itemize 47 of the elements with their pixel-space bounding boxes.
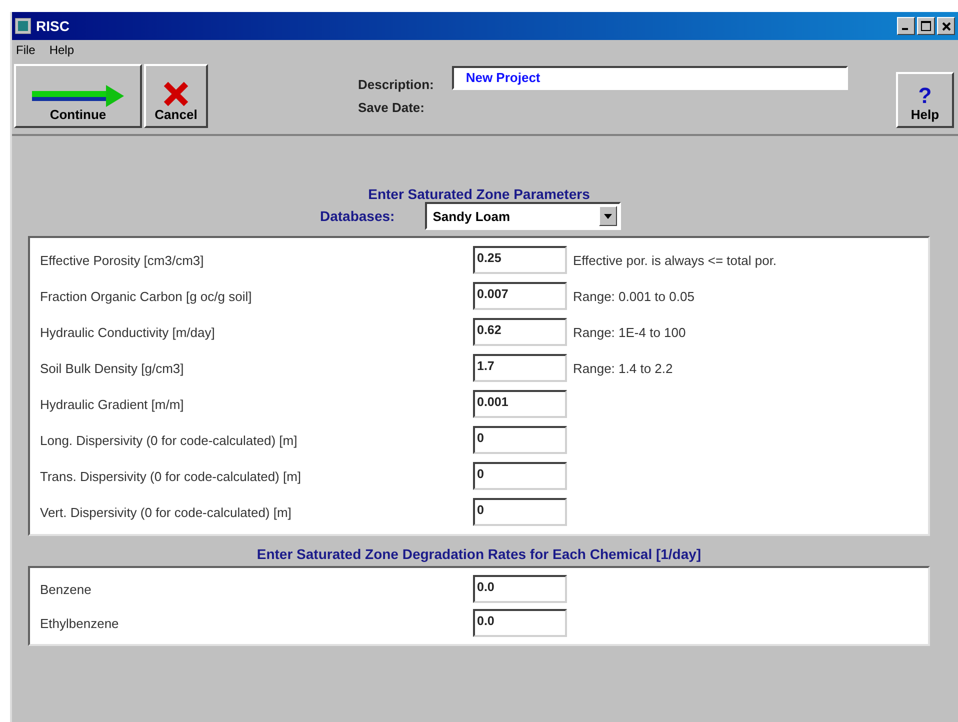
caret-icon bbox=[604, 214, 612, 218]
parameter-note: Range: 0.001 to 0.05 bbox=[573, 288, 694, 304]
parameter-label: Long. Dispersivity (0 for code-calculated) [m] bbox=[39, 432, 298, 448]
save-date-label: Save Date: bbox=[358, 100, 426, 115]
menu-item[interactable]: Help bbox=[49, 43, 74, 57]
parameter-input[interactable]: 1.7 bbox=[473, 354, 567, 382]
help-button[interactable]: ? Help bbox=[896, 72, 954, 128]
chemical-label: Benzene bbox=[39, 582, 92, 596]
parameter-input[interactable]: 0.007 bbox=[473, 282, 567, 310]
parameter-input[interactable]: 0 bbox=[473, 426, 567, 454]
close-icon bbox=[942, 22, 950, 30]
section-heading: Enter Saturated Zone Parameters bbox=[368, 186, 590, 202]
chemical-label: Ethylbenzene bbox=[39, 616, 120, 630]
dropdown-button[interactable] bbox=[598, 206, 617, 226]
description-field[interactable]: New Project bbox=[452, 66, 848, 90]
parameter-note: Effective por. is always <= total por. bbox=[573, 252, 777, 268]
window-title: RISC bbox=[36, 18, 70, 34]
parameter-label: Trans. Dispersivity (0 for code-calculated) [m] bbox=[39, 468, 302, 484]
parameter-label: Hydraulic Gradient [m/m] bbox=[39, 396, 185, 412]
close-button[interactable] bbox=[937, 17, 955, 35]
arrow-icon bbox=[32, 85, 124, 107]
app-icon bbox=[15, 18, 31, 34]
parameter-note: Range: 1.4 to 2.2 bbox=[573, 360, 673, 376]
continue-button[interactable]: Continue bbox=[14, 64, 142, 128]
cross-icon bbox=[163, 81, 189, 107]
parameter-label: Hydraulic Conductivity [m/day] bbox=[39, 324, 216, 340]
maximize-button[interactable] bbox=[917, 17, 935, 35]
description-label: Description: bbox=[358, 77, 434, 92]
parameter-input[interactable]: 0 bbox=[473, 462, 567, 490]
database-dropdown[interactable]: Sandy Loam bbox=[424, 202, 621, 230]
maximize-icon bbox=[921, 21, 931, 31]
rate-input[interactable]: 0.0 bbox=[473, 575, 567, 603]
section-heading: Enter Saturated Zone Degradation Rates for Each Chemical [1/day] bbox=[256, 546, 702, 562]
cancel-button[interactable]: Cancel bbox=[144, 64, 208, 128]
menu-item[interactable]: File bbox=[16, 43, 36, 57]
databases-label: Databases: bbox=[320, 208, 395, 224]
rate-input[interactable]: 0.0 bbox=[473, 609, 567, 637]
parameter-label: Fraction Organic Carbon [g oc/g soil] bbox=[39, 288, 253, 304]
parameter-input[interactable]: 0.25 bbox=[473, 246, 567, 274]
parameter-label: Effective Porosity [cm3/cm3] bbox=[39, 252, 205, 268]
parameter-input[interactable]: 0.62 bbox=[473, 318, 567, 346]
parameter-input[interactable]: 0 bbox=[473, 498, 567, 526]
minimize-button[interactable] bbox=[897, 17, 915, 35]
parameter-input[interactable]: 0.001 bbox=[473, 390, 567, 418]
parameter-note: Range: 1E-4 to 100 bbox=[573, 324, 686, 340]
parameter-label: Soil Bulk Density [g/cm3] bbox=[39, 360, 185, 376]
parameter-label: Vert. Dispersivity (0 for code-calculated) [m] bbox=[39, 504, 292, 520]
